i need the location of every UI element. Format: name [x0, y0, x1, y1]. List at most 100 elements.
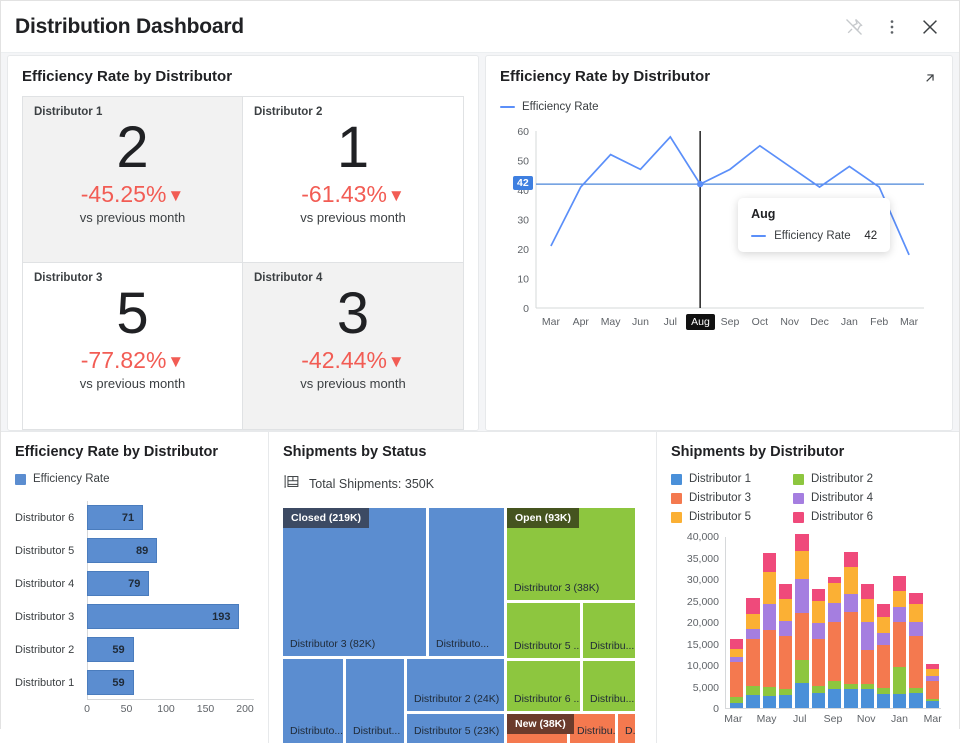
stacked-bar[interactable] — [876, 604, 891, 708]
kpi-card-distributor-2[interactable]: Distributor 2 1 -61.43% ▼ vs previous mo… — [243, 97, 463, 263]
stacked-segment — [746, 686, 760, 695]
bar-axis-tick: 200 — [236, 703, 254, 715]
stacked-segment — [876, 693, 891, 708]
stacked-segment — [893, 693, 907, 708]
stacked-bar[interactable] — [909, 593, 923, 708]
treemap-cell[interactable]: Distributor 2 (24K) — [407, 659, 504, 711]
bottom-row: Efficiency Rate by Distributor Efficienc… — [1, 431, 959, 743]
trend-down-icon: ▼ — [167, 185, 185, 205]
treemap-cell[interactable]: Distribu... — [583, 661, 635, 711]
stacked-bar[interactable] — [925, 664, 940, 708]
legend-label: Distributor 3 — [689, 492, 751, 504]
bar-row[interactable]: Distributor 3 193 — [15, 600, 254, 633]
legend-item[interactable]: Distributor 4 — [793, 492, 915, 504]
kpi-card-delta: -42.44% ▼ — [254, 348, 452, 374]
line-legend[interactable]: Efficiency Rate — [500, 101, 938, 113]
stacked-segment — [876, 645, 891, 688]
legend-item[interactable]: Distributor 2 — [793, 473, 915, 485]
stacked-chart-area[interactable]: 0 5,000 10,000 15,000 20,000 25,000 30,000 35,0… — [671, 531, 945, 737]
bar-row[interactable]: Distributor 4 79 — [15, 567, 254, 600]
stacked-bar[interactable] — [795, 534, 809, 708]
stacked-segment — [893, 591, 907, 608]
stacked-legend[interactable]: Distributor 1 Distributor 2 Distributor 3 D… — [671, 473, 945, 523]
treemap-cell[interactable]: Distributo... — [283, 659, 343, 743]
legend-label: Efficiency Rate — [33, 473, 110, 485]
stacked-segment — [795, 659, 809, 683]
expand-arrow-icon[interactable] — [921, 70, 938, 92]
kpi-card-distributor-3[interactable]: Distributor 3 5 -77.82% ▼ vs previous mo… — [23, 263, 243, 429]
close-icon[interactable] — [919, 16, 941, 38]
stacked-bar[interactable] — [762, 553, 776, 708]
stacked-segment — [795, 682, 809, 708]
stacked-segment — [876, 633, 891, 646]
treemap-cell-label: Distributor 6 ... — [514, 693, 580, 705]
more-options-icon[interactable] — [881, 16, 903, 38]
bar-row[interactable]: Distributor 2 59 — [15, 633, 254, 666]
stacked-bar[interactable] — [844, 551, 858, 708]
stacked-bar[interactable] — [746, 597, 760, 708]
stacked-segment — [925, 700, 940, 708]
stacked-segment — [762, 571, 776, 604]
trend-down-icon: ▼ — [167, 351, 185, 371]
legend-item[interactable]: Distributor 3 — [671, 492, 793, 504]
treemap-total-row: Total Shipments: 350K — [283, 473, 642, 495]
svg-text:10: 10 — [517, 274, 529, 286]
treemap-chart[interactable]: Distributor 3 (82K) Distributo... Distribu… — [283, 508, 635, 743]
treemap-cell[interactable]: Distributo... — [429, 508, 504, 656]
treemap-cell[interactable]: Distribut... — [346, 659, 404, 743]
kpi-card-distributor-4[interactable]: Distributor 4 3 -42.44% ▼ vs previous mo… — [243, 263, 463, 429]
stacked-bar[interactable] — [893, 576, 907, 708]
stacked-segment — [827, 688, 842, 708]
bar-rows: Distributor 6 71 Distributor 5 89 Distributo… — [15, 501, 254, 699]
treemap-cell[interactable]: Distributor 3 (82K) — [283, 508, 426, 656]
bar-track: 193 — [87, 600, 254, 633]
kpi-card-sub: vs previous month — [300, 375, 406, 391]
bar-axis-tick: 100 — [157, 703, 175, 715]
bar-row[interactable]: Distributor 5 89 — [15, 534, 254, 567]
legend-square-icon — [671, 492, 682, 504]
stacked-segment — [844, 689, 858, 708]
stacked-bar[interactable] — [811, 588, 825, 708]
stacked-segment — [795, 613, 809, 660]
stacked-bar[interactable] — [778, 584, 793, 708]
bar-fill: 79 — [87, 571, 150, 596]
bar-row[interactable]: Distributor 1 59 — [15, 666, 254, 699]
stacked-bar[interactable] — [860, 583, 874, 708]
bar-fill: 71 — [87, 505, 144, 530]
y-axis-value-badge: 42 — [513, 176, 533, 191]
unpin-icon[interactable] — [843, 16, 865, 38]
svg-text:May: May — [601, 316, 622, 328]
kpi-card-value: 5 — [116, 281, 149, 346]
dashboard-window: Distribution Dashboard Efficiency Rate b… — [0, 0, 960, 743]
stacked-segment — [876, 616, 891, 634]
stacked-segment — [762, 630, 776, 687]
kpi-card-distributor-1[interactable]: Distributor 1 2 -45.25% ▼ vs previous mo… — [23, 97, 243, 263]
stacked-bar[interactable] — [827, 576, 842, 708]
stacked-y-tick: 25,000 — [686, 595, 719, 608]
bar-row[interactable]: Distributor 6 71 — [15, 501, 254, 534]
stacked-segment — [909, 693, 923, 708]
bar-category-label: Distributor 1 — [15, 676, 75, 689]
treemap-cell-label: Distributor 3 (38K) — [514, 582, 600, 594]
stacked-segment — [795, 551, 809, 579]
legend-square-icon — [671, 511, 682, 523]
bar-legend[interactable]: Efficiency Rate — [15, 473, 254, 485]
tooltip-row: Efficiency Rate 42 — [751, 230, 877, 242]
treemap-cell[interactable]: Distributor 6 ... — [507, 661, 580, 711]
trend-down-icon: ▼ — [387, 185, 405, 205]
legend-item[interactable]: Distributor 1 — [671, 473, 793, 485]
treemap-cell[interactable]: Distribu... — [583, 603, 635, 658]
legend-label: Distributor 6 — [811, 511, 873, 523]
svg-text:20: 20 — [517, 244, 529, 256]
svg-text:Dec: Dec — [810, 316, 829, 328]
stacked-bar[interactable] — [730, 639, 744, 708]
kpi-grid: Distributor 1 2 -45.25% ▼ vs previous mo… — [22, 96, 464, 430]
stacked-segment — [746, 629, 760, 640]
legend-item[interactable]: Distributor 5 — [671, 511, 793, 523]
horizontal-bar-chart[interactable]: Distributor 6 71 Distributor 5 89 Distributo… — [15, 501, 254, 719]
stacked-segment — [909, 603, 923, 623]
legend-item[interactable]: Distributor 6 — [793, 511, 915, 523]
bar-category-label: Distributor 2 — [15, 643, 75, 656]
line-chart-area[interactable]: 6050403020100MarAprMayJunJulAugSepOctNov… — [500, 123, 938, 343]
treemap-cell[interactable]: Distributor 5 ... — [507, 603, 580, 658]
